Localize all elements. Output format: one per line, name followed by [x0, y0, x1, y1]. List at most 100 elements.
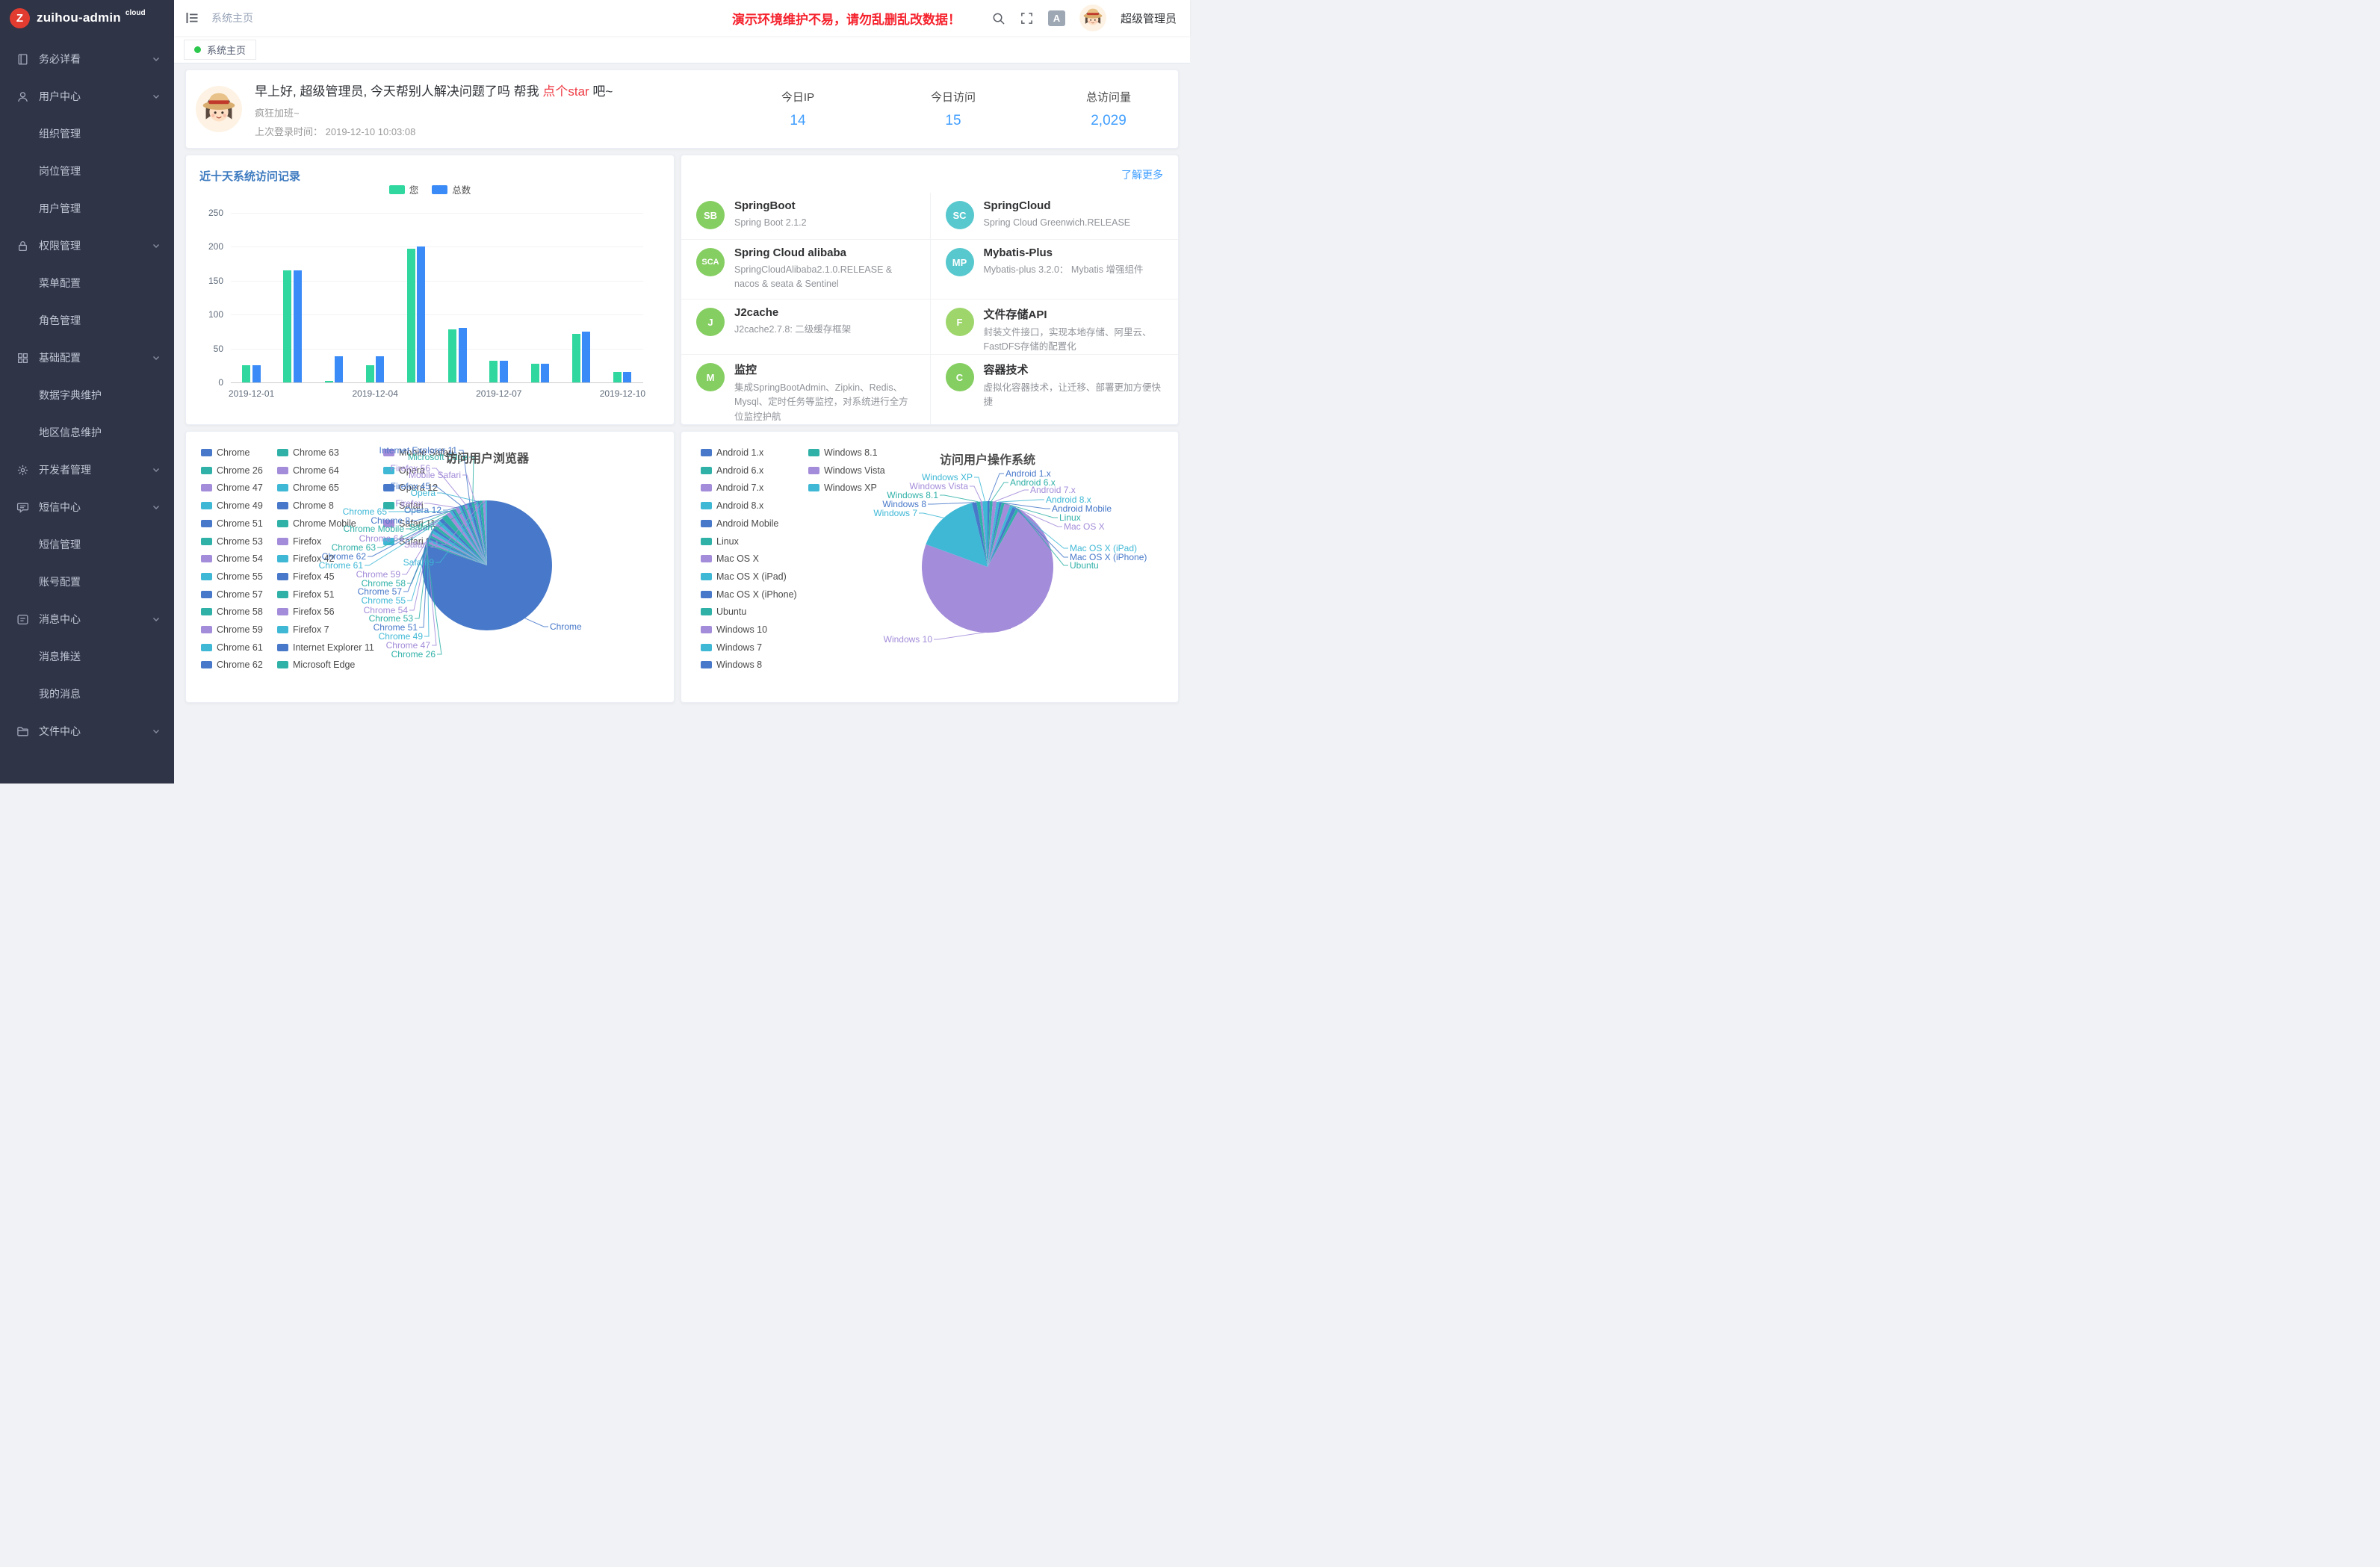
stat-value[interactable]: 2,029 — [1053, 113, 1165, 129]
legend-swatch — [701, 591, 712, 598]
legend-label: Linux — [716, 536, 739, 547]
legend-item[interactable]: Firefox — [277, 536, 321, 547]
legend-item[interactable]: Opera — [383, 465, 425, 476]
legend-item[interactable]: Mac OS X (iPhone) — [701, 589, 797, 600]
axis-tick-label: 200 — [186, 241, 223, 252]
legend-item[interactable]: Chrome 49 — [201, 500, 263, 511]
message-icon — [16, 613, 29, 626]
legend-item[interactable]: Android 6.x — [701, 465, 763, 476]
legend-item[interactable]: Mac OS X — [701, 553, 759, 564]
legend-item[interactable]: Safari 9 — [383, 536, 431, 547]
axis-tick-label: 0 — [186, 377, 223, 388]
legend-item[interactable]: Windows 10 — [701, 624, 767, 635]
legend-item[interactable]: Chrome 59 — [201, 624, 263, 635]
folder-icon — [16, 725, 29, 738]
user-avatar[interactable] — [1079, 4, 1106, 31]
legend-item[interactable]: 您 — [389, 182, 419, 196]
legend-item[interactable]: Windows 8.1 — [808, 447, 878, 458]
stat-value[interactable]: 15 — [897, 113, 1009, 129]
legend-item[interactable]: Safari — [383, 500, 424, 511]
legend-item[interactable]: Mac OS X (iPad) — [701, 571, 787, 582]
sidebar-item[interactable]: 短信中心 — [0, 488, 174, 526]
legend-item[interactable]: Firefox 42 — [277, 553, 335, 564]
star-link[interactable]: 点个star — [542, 84, 589, 99]
legend-item[interactable]: Chrome 54 — [201, 553, 263, 564]
legend-label: Windows XP — [824, 482, 877, 493]
sidebar-subitem[interactable]: 角色管理 — [0, 302, 174, 339]
font-size-icon[interactable]: A — [1048, 10, 1065, 26]
legend-item[interactable]: Firefox 7 — [277, 624, 329, 635]
legend-item[interactable]: Android 1.x — [701, 447, 763, 458]
sidebar-subitem[interactable]: 地区信息维护 — [0, 414, 174, 451]
visits-chart-title: 近十天系统访问记录 — [199, 168, 300, 184]
sidebar-subitem[interactable]: 用户管理 — [0, 190, 174, 227]
sidebar-item[interactable]: 文件中心 — [0, 713, 174, 750]
sidebar-item[interactable]: 消息中心 — [0, 601, 174, 638]
logo[interactable]: Z zuihou-admin cloud — [0, 0, 174, 36]
legend-item[interactable]: Linux — [701, 536, 739, 547]
legend-item[interactable]: Android 8.x — [701, 500, 763, 511]
bar — [541, 364, 549, 382]
legend-item[interactable]: Internet Explorer 11 — [277, 642, 374, 653]
legend-item[interactable]: Chrome 51 — [201, 518, 263, 529]
legend-item[interactable]: Chrome 55 — [201, 571, 263, 582]
bar — [325, 381, 333, 382]
legend-item[interactable]: Chrome 62 — [201, 660, 263, 670]
legend-item[interactable]: Android 7.x — [701, 482, 763, 493]
legend-item[interactable]: Safari 11 — [383, 518, 436, 529]
sidebar-subitem[interactable]: 我的消息 — [0, 675, 174, 713]
legend-item[interactable]: Firefox 51 — [277, 589, 335, 600]
stat-value[interactable]: 14 — [742, 113, 854, 129]
sidebar-item[interactable]: 务必详看 — [0, 40, 174, 78]
sidebar-subitem[interactable]: 数据字典维护 — [0, 376, 174, 414]
legend-item[interactable]: Chrome — [201, 447, 250, 458]
sidebar-subitem[interactable]: 短信管理 — [0, 526, 174, 563]
sidebar-item[interactable]: 基础配置 — [0, 339, 174, 376]
legend-item[interactable]: Chrome 63 — [277, 447, 339, 458]
sidebar-subitem[interactable]: 消息推送 — [0, 638, 174, 675]
legend-label: Firefox 7 — [293, 624, 329, 635]
sidebar-subitem[interactable]: 菜单配置 — [0, 264, 174, 302]
legend-item[interactable]: Ubuntu — [701, 606, 746, 617]
stat-label: 今日IP — [742, 89, 854, 105]
legend-item[interactable]: Chrome 57 — [201, 589, 263, 600]
sidebar-toggle-icon[interactable] — [185, 10, 199, 25]
stat-block: 总访问量2,029 — [1053, 89, 1165, 129]
axis-tick-label: 2019-12-04 — [345, 388, 405, 399]
legend-item[interactable]: Chrome 65 — [277, 482, 339, 493]
legend-item[interactable]: Windows 7 — [701, 642, 762, 653]
legend-item[interactable]: Chrome 26 — [201, 465, 263, 476]
legend-item[interactable]: Chrome 61 — [201, 642, 263, 653]
bottom-row: 访问用户浏览器 ChromeChrome 26Chrome 47Chrome 4… — [185, 431, 1179, 703]
legend-item[interactable]: Chrome 47 — [201, 482, 263, 493]
sidebar-item[interactable]: 用户中心 — [0, 78, 174, 115]
legend-item[interactable]: Opera 12 — [383, 482, 438, 493]
legend-item[interactable]: 总数 — [432, 182, 471, 196]
tech-item-desc: SpringCloudAlibaba2.1.0.RELEASE & nacos … — [734, 263, 917, 292]
bar — [531, 364, 539, 382]
sidebar-item[interactable]: 权限管理 — [0, 227, 174, 264]
legend-item[interactable]: Windows XP — [808, 482, 877, 493]
legend-item[interactable]: Chrome 8 — [277, 500, 334, 511]
sidebar-subitem[interactable]: 岗位管理 — [0, 152, 174, 190]
fullscreen-icon[interactable] — [1020, 11, 1034, 25]
legend-item[interactable]: Chrome Mobile — [277, 518, 356, 529]
legend-item[interactable]: Chrome 64 — [277, 465, 339, 476]
search-icon[interactable] — [991, 11, 1005, 25]
sidebar-subitem[interactable]: 组织管理 — [0, 115, 174, 152]
legend-item[interactable]: Windows Vista — [808, 465, 885, 476]
sidebar-subitem[interactable]: 账号配置 — [0, 563, 174, 601]
username-label[interactable]: 超级管理员 — [1121, 10, 1177, 26]
sidebar-item[interactable]: 开发者管理 — [0, 451, 174, 488]
legend-item[interactable]: Chrome 58 — [201, 606, 263, 617]
legend-item[interactable]: Windows 8 — [701, 660, 762, 670]
legend-item[interactable]: Firefox 56 — [277, 606, 335, 617]
legend-item[interactable]: Android Mobile — [701, 518, 778, 529]
learn-more-link[interactable]: 了解更多 — [1121, 167, 1163, 182]
last-login-value: 2019-12-10 10:03:08 — [326, 126, 416, 137]
legend-label: Chrome 63 — [293, 447, 339, 458]
legend-item[interactable]: Firefox 45 — [277, 571, 335, 582]
legend-item[interactable]: Microsoft Edge — [277, 660, 355, 670]
tab-home[interactable]: 系统主页 — [184, 40, 256, 60]
legend-item[interactable]: Chrome 53 — [201, 536, 263, 547]
